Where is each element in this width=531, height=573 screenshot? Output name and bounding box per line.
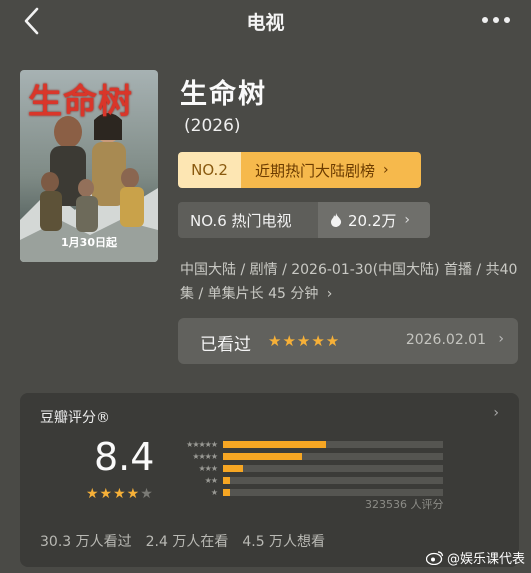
distribution-track	[223, 453, 443, 460]
distribution-track	[223, 465, 443, 472]
rating-header: 豆瓣评分®	[40, 410, 110, 426]
distribution-row: ★★★★★	[175, 439, 443, 450]
rank-badge-secondary[interactable]: NO.6 热门电视 20.2万 ›	[178, 202, 430, 238]
rating-distribution: ★★★★★ ★★★★ ★★★ ★★ ★	[175, 439, 443, 499]
chevron-right-icon: ›	[498, 331, 504, 347]
heat-value: 20.2万	[348, 211, 397, 230]
movie-year: (2026)	[184, 116, 241, 136]
distribution-row: ★★	[175, 475, 443, 486]
distribution-track	[223, 441, 443, 448]
poster-image[interactable]: 生命树 1月30日起	[20, 70, 158, 262]
poster-date: 1月30日起	[61, 236, 117, 249]
distribution-track	[223, 489, 443, 496]
rating-stars-off: ★	[140, 486, 154, 502]
distribution-stars: ★★★	[198, 464, 218, 473]
more-icon[interactable]	[479, 10, 513, 30]
weibo-icon	[425, 551, 444, 565]
watched-date: 2026.02.01	[405, 332, 486, 348]
meta-text: 中国大陆 / 剧情 / 2026-01-30(中国大陆) 首播 / 共40集 /…	[180, 262, 518, 302]
page-title: 电视	[246, 12, 285, 34]
chevron-right-icon: ›	[326, 286, 333, 302]
distribution-stars: ★★★★	[192, 452, 218, 461]
rating-count: 323536 人评分	[365, 498, 444, 511]
my-rating-stars: ★★★★★	[268, 332, 341, 350]
rating-card[interactable]: 豆瓣评分® › 8.4 ★★★★★ ★★★★★ ★★★★ ★★★ ★★ ★ 323536…	[20, 393, 519, 567]
distribution-row: ★★★★	[175, 451, 443, 462]
nav-bar: 电视	[0, 0, 531, 44]
rating-stars-on: ★★★★	[86, 486, 141, 502]
distribution-stars: ★★★★★	[186, 440, 218, 449]
chevron-right-icon[interactable]: ›	[493, 405, 499, 421]
watched-status-bar[interactable]: 已看过 ★★★★★ 2026.02.01 ›	[178, 318, 518, 364]
rank-badge-primary[interactable]: NO.2 近期热门大陆剧榜 ›	[178, 152, 421, 188]
distribution-track	[223, 477, 443, 484]
distribution-fill	[223, 489, 230, 496]
distribution-stars: ★	[210, 488, 218, 497]
poster-title: 生命树	[28, 82, 133, 122]
distribution-fill	[223, 477, 230, 484]
stat-wish: 4.5 万人想看	[242, 534, 326, 550]
rating-stars: ★★★★★	[86, 486, 154, 502]
distribution-fill	[223, 453, 302, 460]
stat-watching: 2.4 万人在看	[145, 534, 229, 550]
rank-number: NO.2	[178, 152, 241, 188]
distribution-fill	[223, 441, 326, 448]
watermark: @娱乐课代表	[425, 548, 525, 567]
distribution-row: ★★★	[175, 463, 443, 474]
rank-label: 近期热门大陆剧榜	[255, 161, 376, 180]
rating-score: 8.4	[94, 435, 155, 479]
audience-stats: 30.3 万人看过 2.4 万人在看 4.5 万人想看	[40, 531, 325, 551]
chevron-right-icon: ›	[404, 212, 411, 228]
stat-watched: 30.3 万人看过	[40, 534, 132, 550]
watermark-text: @娱乐课代表	[446, 552, 525, 567]
watched-label: 已看过	[200, 335, 251, 355]
tv-rank-label: NO.6 热门电视	[190, 211, 292, 230]
meta-info[interactable]: 中国大陆 / 剧情 / 2026-01-30(中国大陆) 首播 / 共40集 /…	[180, 258, 520, 306]
chevron-right-icon: ›	[383, 162, 389, 178]
distribution-fill	[223, 465, 243, 472]
movie-title: 生命树	[180, 79, 267, 110]
flame-icon	[331, 213, 342, 227]
distribution-stars: ★★	[204, 476, 218, 485]
